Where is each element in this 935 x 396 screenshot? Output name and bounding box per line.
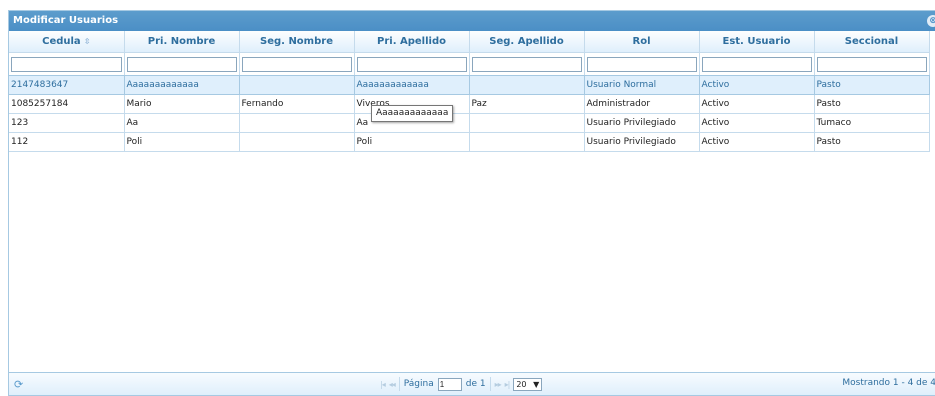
cell-seg-apellido: [469, 132, 585, 152]
pager-bar: ⟳ |◂ ◂◂ Página de 1 ▸▸ ▸| 20 ▼ Mostrando…: [9, 372, 935, 395]
next-page-icon[interactable]: ▸▸: [495, 380, 502, 389]
refresh-icon[interactable]: ⟳: [14, 378, 23, 391]
cell-pri-nombre: Mario: [124, 94, 240, 114]
cell-seg-nombre: Fernando: [239, 94, 355, 114]
cell-pri-nombre: Poli: [124, 132, 240, 152]
filter-cell: [239, 52, 355, 76]
filter-rol-input[interactable]: [586, 56, 697, 72]
prev-page-icon[interactable]: ◂◂: [389, 380, 396, 389]
cell-seccional: Tumaco: [814, 113, 930, 133]
pager-controls: |◂ ◂◂ Página de 1 ▸▸ ▸| 20 ▼: [380, 377, 543, 391]
cell-est-usuario: Activo: [699, 113, 815, 133]
first-page-icon[interactable]: |◂: [380, 380, 386, 389]
last-page-icon[interactable]: ▸|: [505, 380, 511, 389]
pager-separator: [398, 377, 400, 391]
rows-per-page-select[interactable]: 20 ▼: [513, 377, 543, 391]
pager-separator: [489, 377, 491, 391]
cell-seg-nombre: [239, 113, 355, 133]
cell-est-usuario: Activo: [699, 94, 815, 114]
filter-cell: [699, 52, 815, 76]
cell-seccional: Pasto: [814, 132, 930, 152]
column-header-seg-nombre[interactable]: Seg. Nombre: [239, 31, 355, 53]
filter-cell: [124, 52, 240, 76]
dropdown-arrow-icon: ▼: [533, 379, 540, 389]
filter-cell: [814, 52, 930, 76]
records-info: Mostrando 1 - 4 de 4: [842, 378, 935, 388]
cell-seg-nombre: [239, 132, 355, 152]
filter-est-usuario-input[interactable]: [701, 56, 812, 72]
cell-seg-apellido: Paz: [469, 94, 585, 114]
filter-pri-nombre-input[interactable]: [126, 56, 237, 72]
filter-seg-nombre-input[interactable]: [241, 56, 352, 72]
filter-cell: [469, 52, 585, 76]
filter-cedula-input[interactable]: [11, 56, 122, 72]
filter-pri-apellido-input[interactable]: [356, 56, 467, 72]
cell-rol: Administrador: [584, 94, 700, 114]
cell-cedula: 123: [9, 113, 125, 133]
cell-seg-nombre: [239, 75, 355, 95]
cell-rol: Usuario Privilegiado: [584, 113, 700, 133]
cell-pri-nombre: Aa: [124, 113, 240, 133]
cell-pri-apellido: Aaaaaaaaaaaaa: [354, 75, 470, 95]
rows-per-page-value: 20: [516, 379, 527, 389]
sort-icon[interactable]: ⇳: [84, 37, 91, 46]
users-grid: Modificar Usuarios ⊗ Cedula⇳ Pri. Nombre…: [8, 10, 935, 396]
cell-rol: Usuario Privilegiado: [584, 132, 700, 152]
panel-title-bar: Modificar Usuarios ⊗: [9, 11, 935, 31]
column-header-pri-apellido[interactable]: Pri. Apellido: [354, 31, 470, 53]
grid-table: Cedula ⇳ Pri. Nombre Seg. Nombre Pri. Ape…: [9, 31, 930, 152]
table-row[interactable]: 112 Poli Poli Usuario Privilegiado Activ…: [9, 132, 930, 152]
cell-rol: Usuario Normal: [584, 75, 700, 95]
filter-seccional-input[interactable]: [816, 56, 927, 72]
column-header-seccional[interactable]: Seccional: [814, 31, 930, 53]
table-row[interactable]: 2147483647 Aaaaaaaaaaaaa Aaaaaaaaaaaaa U…: [9, 75, 930, 95]
cell-seg-apellido: [469, 113, 585, 133]
filter-cell: [9, 52, 125, 76]
column-header-cedula[interactable]: Cedula ⇳: [9, 31, 125, 53]
filter-cell: [354, 52, 470, 76]
column-header-rol[interactable]: Rol: [584, 31, 700, 53]
cell-cedula: 2147483647: [9, 75, 125, 95]
cell-pri-apellido: Poli: [354, 132, 470, 152]
column-header-seg-apellido[interactable]: Seg. Apellido: [469, 31, 585, 53]
cell-pri-nombre: Aaaaaaaaaaaaa: [124, 75, 240, 95]
cell-seccional: Pasto: [814, 75, 930, 95]
table-row[interactable]: 123 Aa Aa Usuario Privilegiado Activo Tu…: [9, 113, 930, 133]
cell-est-usuario: Activo: [699, 75, 815, 95]
cell-seg-apellido: [469, 75, 585, 95]
cell-est-usuario: Activo: [699, 132, 815, 152]
column-header-est-usuario[interactable]: Est. Usuario: [699, 31, 815, 53]
page-number-input[interactable]: [437, 377, 462, 391]
close-icon[interactable]: ⊗: [927, 15, 935, 27]
cell-tooltip: Aaaaaaaaaaaaa: [371, 105, 454, 122]
cell-cedula: 112: [9, 132, 125, 152]
filter-cell: [584, 52, 700, 76]
page-total-label: de 1: [465, 379, 486, 389]
table-row[interactable]: 1085257184 Mario Fernando Viveros Paz Ad…: [9, 94, 930, 114]
page-label: Página: [403, 379, 434, 389]
cell-seccional: Pasto: [814, 94, 930, 114]
column-header-pri-nombre[interactable]: Pri. Nombre: [124, 31, 240, 53]
panel-title: Modificar Usuarios: [13, 15, 119, 26]
cell-cedula: 1085257184: [9, 94, 125, 114]
filter-seg-apellido-input[interactable]: [471, 56, 582, 72]
